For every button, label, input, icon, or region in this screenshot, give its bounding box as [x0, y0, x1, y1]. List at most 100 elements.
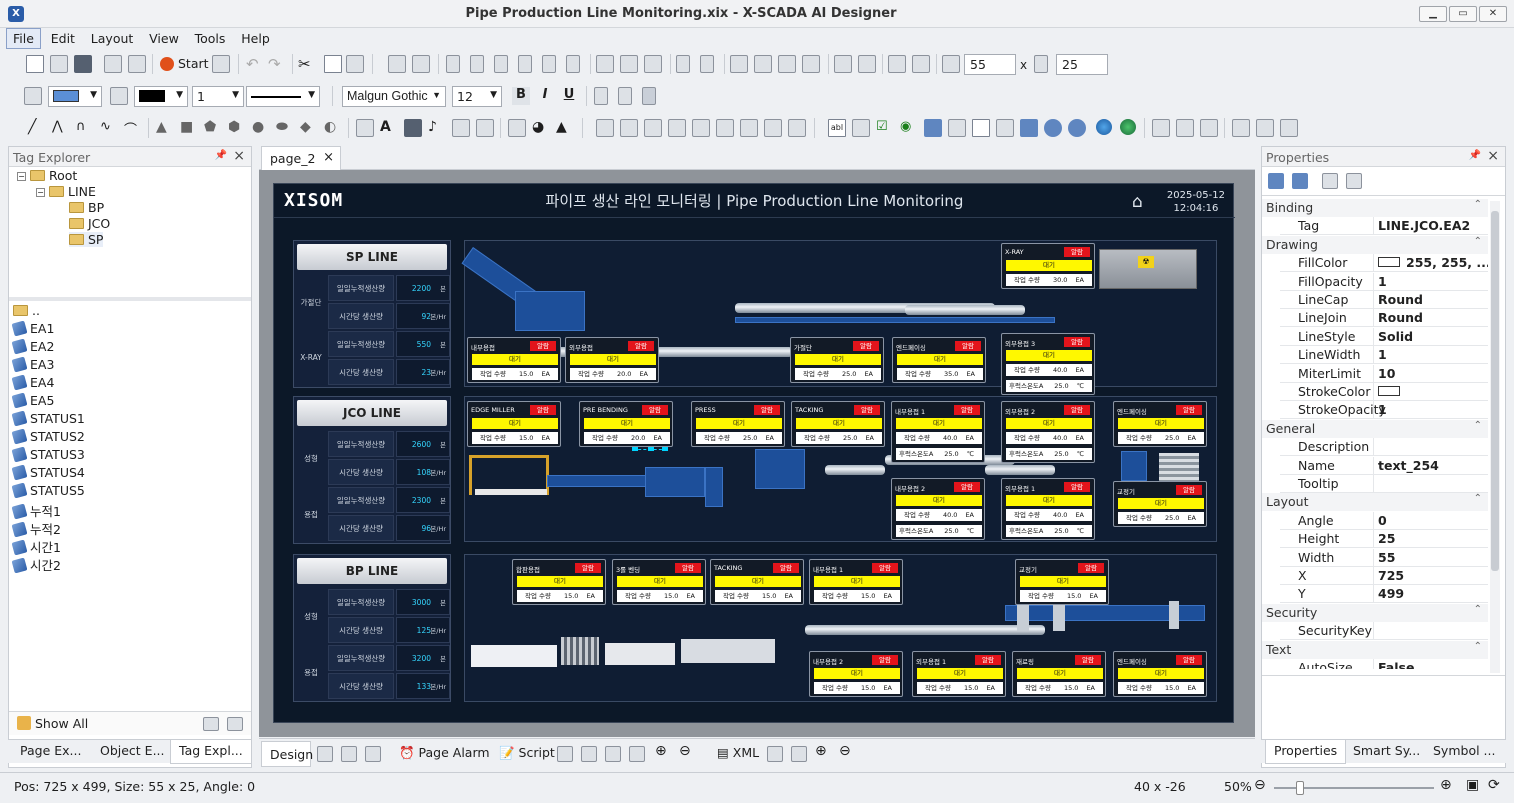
show-all-link[interactable]: Show All: [35, 716, 88, 731]
close-tab-icon[interactable]: ×: [323, 150, 334, 165]
prop-category[interactable]: Layout ⌃: [1262, 493, 1488, 512]
script-save-icon[interactable]: [581, 746, 597, 762]
station-panel[interactable]: 외부용접 1 알람 대기 작업 수량 40.0 EA 후럭스온도A 25.0 ℃: [1001, 478, 1095, 540]
panel-tool-8-icon[interactable]: [764, 119, 782, 137]
text-align-center-icon[interactable]: [618, 87, 632, 105]
stroke-color-picker[interactable]: ▼: [134, 86, 188, 107]
prop-row[interactable]: FillOpacity 1: [1280, 272, 1488, 291]
table-control-icon[interactable]: [1200, 119, 1218, 137]
prop-row[interactable]: Tooltip: [1280, 475, 1488, 493]
station-panel[interactable]: 교정기 알람 대기 작업 수량 25.0 EA: [1113, 481, 1207, 527]
prop-row[interactable]: Description: [1280, 438, 1488, 457]
user-control-icon[interactable]: [1020, 119, 1038, 137]
xml-save-icon[interactable]: [791, 746, 807, 762]
prop-row[interactable]: Tag LINE.JCO.EA2: [1280, 217, 1488, 236]
ellipse-tool-icon[interactable]: ⬬: [276, 119, 294, 137]
station-panel[interactable]: 3롤 벤딩 알람 대기 작업 수량 15.0 EA: [612, 559, 706, 605]
open-folder-icon[interactable]: [50, 55, 68, 73]
refresh-icon[interactable]: ⟳: [1488, 777, 1500, 793]
collapse-icon[interactable]: ⌃: [1474, 604, 1482, 615]
prop-row[interactable]: Width 55: [1280, 548, 1488, 567]
align-middle-icon[interactable]: [542, 55, 556, 73]
fill-bucket-icon[interactable]: [24, 87, 42, 105]
fit-page-icon[interactable]: ▣: [1466, 777, 1479, 793]
prop-value[interactable]: 10: [1378, 366, 1488, 381]
panel-tool-5-icon[interactable]: [692, 119, 710, 137]
line-width-select[interactable]: 1 ▼: [192, 86, 244, 107]
prop-row[interactable]: SecurityKey: [1280, 622, 1488, 641]
home-icon[interactable]: ⌂: [1132, 192, 1143, 212]
tag-item[interactable]: EA4: [11, 374, 54, 391]
globe-icon[interactable]: [1096, 119, 1112, 135]
polygon-tool-icon[interactable]: ◆: [300, 119, 318, 137]
tab-properties[interactable]: Properties: [1265, 740, 1347, 764]
paste-icon[interactable]: [346, 55, 364, 73]
tab-xml[interactable]: ▤ XML: [717, 745, 759, 760]
collapse-all-icon[interactable]: [227, 717, 243, 731]
prop-value[interactable]: 255, 255, ...: [1378, 255, 1488, 270]
station-panel[interactable]: 내부용접 알람 대기 작업 수량 15.0 EA: [467, 337, 561, 383]
tag-item[interactable]: STATUS5: [11, 482, 85, 499]
collapse-icon[interactable]: ⌃: [1474, 236, 1482, 247]
prop-row[interactable]: StrokeColor: [1280, 383, 1488, 401]
arc-tool-icon[interactable]: ∩: [76, 119, 94, 137]
radio-control-icon[interactable]: ◉: [900, 119, 918, 137]
station-panel[interactable]: 외부용접 1 알람 대기 작업 수량 15.0 EA: [912, 651, 1006, 697]
collapse-icon[interactable]: ⌃: [1474, 420, 1482, 431]
align-center-icon[interactable]: [470, 55, 484, 73]
tree-item-sp[interactable]: SP: [69, 232, 104, 247]
tree-item-bp[interactable]: BP: [69, 200, 104, 215]
pin-icon[interactable]: 📌: [215, 150, 227, 161]
group-icon[interactable]: [388, 55, 406, 73]
pin-icon[interactable]: 📌: [1469, 150, 1481, 161]
pen-icon[interactable]: [110, 87, 128, 105]
prop-value[interactable]: Round: [1378, 310, 1488, 325]
zoom-in-icon[interactable]: ⊕: [655, 743, 667, 759]
frame-control-icon[interactable]: [972, 119, 990, 137]
station-panel[interactable]: 외부용접 알람 대기 작업 수량 20.0 EA: [565, 337, 659, 383]
web-icon[interactable]: [1120, 119, 1136, 135]
redo-icon[interactable]: ↷: [268, 55, 286, 73]
line-chart-icon[interactable]: [1256, 119, 1274, 137]
tag-item[interactable]: 시간1: [11, 537, 61, 556]
menu-layout[interactable]: Layout: [85, 29, 140, 48]
pipe-tool-icon[interactable]: [508, 119, 526, 137]
station-panel[interactable]: 엔드페이싱 알람 대기 작업 수량 15.0 EA: [1113, 651, 1207, 697]
tree-item-root[interactable]: − Root: [17, 168, 77, 183]
prop-row[interactable]: X 725: [1280, 567, 1488, 585]
prop-category[interactable]: General ⌃: [1262, 419, 1488, 438]
collapse-icon[interactable]: ⌃: [1474, 493, 1482, 504]
menu-tools[interactable]: Tools: [189, 29, 232, 48]
line-tool-icon[interactable]: ╱: [28, 119, 46, 137]
text-align-left-icon[interactable]: [594, 87, 608, 105]
tag-item[interactable]: EA5: [11, 392, 54, 409]
prop-value[interactable]: Solid: [1378, 329, 1488, 344]
tree-item-jco[interactable]: JCO: [69, 216, 110, 231]
align-top-icon[interactable]: [518, 55, 532, 73]
station-panel[interactable]: 가절단 알람 대기 작업 수량 25.0 EA: [790, 337, 884, 383]
zoom-out-button[interactable]: ⊖: [1254, 777, 1266, 793]
collapse-icon[interactable]: ⌃: [1474, 641, 1482, 652]
panel-tool-1-icon[interactable]: [596, 119, 614, 137]
prop-row[interactable]: LineCap Round: [1280, 291, 1488, 309]
zoom-out-icon[interactable]: ⊖: [679, 743, 691, 759]
tag-item[interactable]: EA3: [11, 356, 54, 373]
prop-value[interactable]: 25: [1378, 531, 1488, 546]
design-tool-3-icon[interactable]: [365, 746, 381, 762]
line-style-select[interactable]: ▼: [246, 86, 320, 107]
flip-h-icon[interactable]: [834, 55, 852, 73]
close-icon[interactable]: ×: [1487, 148, 1499, 164]
pentagon-tool-icon[interactable]: ⬟: [204, 119, 222, 137]
prop-row[interactable]: Y 499: [1280, 585, 1488, 604]
qr-tool-icon[interactable]: [404, 119, 422, 137]
bring-forward-icon[interactable]: [778, 55, 796, 73]
zoom-thumb[interactable]: [1296, 781, 1304, 795]
ungroup-icon[interactable]: [412, 55, 430, 73]
station-panel[interactable]: EDGE MILLER 알람 대기 작업 수량 15.0 EA: [467, 401, 561, 447]
tag-item[interactable]: STATUS4: [11, 464, 85, 481]
prop-value[interactable]: 725: [1378, 568, 1488, 583]
align-right-icon[interactable]: [494, 55, 508, 73]
station-panel[interactable]: PRESS 알람 대기 작업 수량 25.0 EA: [691, 401, 785, 447]
design-tool-1-icon[interactable]: [317, 746, 333, 762]
tab-symbol[interactable]: Symbol ...: [1425, 740, 1503, 764]
